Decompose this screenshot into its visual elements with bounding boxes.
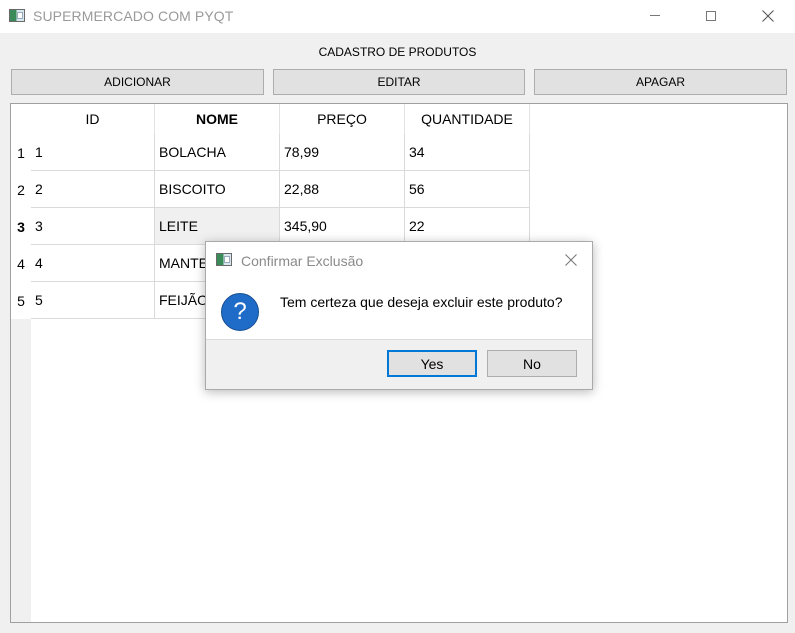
table-cell[interactable]: 2 [31,171,155,208]
close-icon [762,9,774,22]
column-header-quantidade[interactable]: QUANTIDADE [405,104,530,134]
row-header[interactable]: 5 [11,282,31,319]
confirm-delete-dialog: Confirmar Exclusão ? Tem certeza que des… [205,241,593,390]
dialog-close-button[interactable] [562,251,580,269]
table-cell[interactable]: 22,88 [280,171,405,208]
title-bar: SUPERMERCADO COM PYQT [0,0,795,33]
column-header-preco[interactable]: PREÇO [280,104,405,134]
row-header-current[interactable]: 3 [11,208,31,245]
table-cell[interactable]: 345,90 [280,208,405,245]
dialog-button-bar: Yes No [206,339,592,389]
table-cell-current[interactable]: LEITE [155,208,280,245]
delete-button[interactable]: APAGAR [534,69,787,95]
table-cell[interactable]: 78,99 [280,134,405,171]
row-header[interactable]: 2 [11,171,31,208]
table-cell[interactable]: 1 [31,134,155,171]
column-header-nome[interactable]: NOME [155,104,280,134]
yes-button[interactable]: Yes [387,350,477,377]
table-cell[interactable]: BOLACHA [155,134,280,171]
minimize-icon [650,15,660,16]
table-cell[interactable]: 4 [31,245,155,282]
row-header[interactable]: 1 [11,134,31,171]
table-cell[interactable]: 22 [405,208,530,245]
dialog-title: Confirmar Exclusão [241,253,364,269]
maximize-icon [706,10,716,21]
dialog-app-icon [216,253,232,266]
table-cell[interactable]: 34 [405,134,530,171]
table-corner[interactable] [11,104,31,134]
app-icon [9,9,25,22]
close-icon [565,254,577,266]
question-icon: ? [221,293,259,331]
maximize-button[interactable] [683,0,739,31]
row-header[interactable]: 4 [11,245,31,282]
window-title: SUPERMERCADO COM PYQT [33,8,234,24]
table-cell[interactable]: 5 [31,282,155,319]
table-cell[interactable]: 56 [405,171,530,208]
no-button[interactable]: No [487,350,577,377]
edit-button[interactable]: EDITAR [273,69,525,95]
table-cell[interactable]: BISCOITO [155,171,280,208]
page-title: CADASTRO DE PRODUTOS [318,45,477,59]
main-window: SUPERMERCADO COM PYQT CADASTRO DE PRODUT… [0,0,795,633]
dialog-message: Tem certeza que deseja excluir este prod… [280,294,563,310]
add-button[interactable]: ADICIONAR [11,69,264,95]
minimize-button[interactable] [627,0,683,31]
table-cell[interactable]: 3 [31,208,155,245]
close-button[interactable] [740,0,795,31]
column-header-id[interactable]: ID [31,104,155,134]
